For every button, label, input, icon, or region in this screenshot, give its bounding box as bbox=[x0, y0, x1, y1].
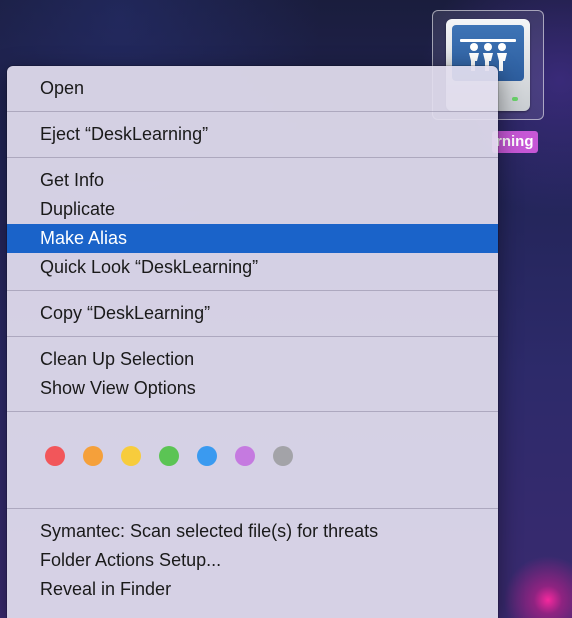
drive-status-light bbox=[512, 97, 518, 101]
menu-item-duplicate[interactable]: Duplicate bbox=[7, 195, 498, 224]
tag-purple-dot[interactable] bbox=[235, 446, 255, 466]
menu-item-show-view-options[interactable]: Show View Options bbox=[7, 374, 498, 403]
menu-item-reveal-in-finder[interactable]: Reveal in Finder bbox=[7, 575, 498, 604]
tag-color-row bbox=[7, 420, 498, 500]
menu-item-symantec-scan[interactable]: Symantec: Scan selected file(s) for thre… bbox=[7, 517, 498, 546]
menu-separator bbox=[7, 336, 498, 337]
menu-item-get-info[interactable]: Get Info bbox=[7, 166, 498, 195]
menu-item-copy[interactable]: Copy “DeskLearning” bbox=[7, 299, 498, 328]
menu-item-eject[interactable]: Eject “DeskLearning” bbox=[7, 120, 498, 149]
tag-green-dot[interactable] bbox=[159, 446, 179, 466]
desktop: rning Open Eject “DeskLearning” Get Info… bbox=[0, 0, 572, 618]
drive-name-label[interactable]: rning bbox=[492, 131, 538, 153]
menu-separator bbox=[7, 290, 498, 291]
tag-gray-dot[interactable] bbox=[273, 446, 293, 466]
menu-item-make-alias[interactable]: Make Alias bbox=[7, 224, 498, 253]
context-menu: Open Eject “DeskLearning” Get Info Dupli… bbox=[7, 66, 498, 618]
menu-separator bbox=[7, 508, 498, 509]
menu-separator bbox=[7, 411, 498, 412]
menu-item-folder-actions-setup[interactable]: Folder Actions Setup... bbox=[7, 546, 498, 575]
tag-yellow-dot[interactable] bbox=[121, 446, 141, 466]
menu-item-clean-up-selection[interactable]: Clean Up Selection bbox=[7, 345, 498, 374]
menu-separator bbox=[7, 111, 498, 112]
menu-separator bbox=[7, 157, 498, 158]
tag-orange-dot[interactable] bbox=[83, 446, 103, 466]
menu-item-quick-look[interactable]: Quick Look “DeskLearning” bbox=[7, 253, 498, 282]
tag-blue-dot[interactable] bbox=[197, 446, 217, 466]
menu-item-open[interactable]: Open bbox=[7, 74, 498, 103]
tag-red-dot[interactable] bbox=[45, 446, 65, 466]
